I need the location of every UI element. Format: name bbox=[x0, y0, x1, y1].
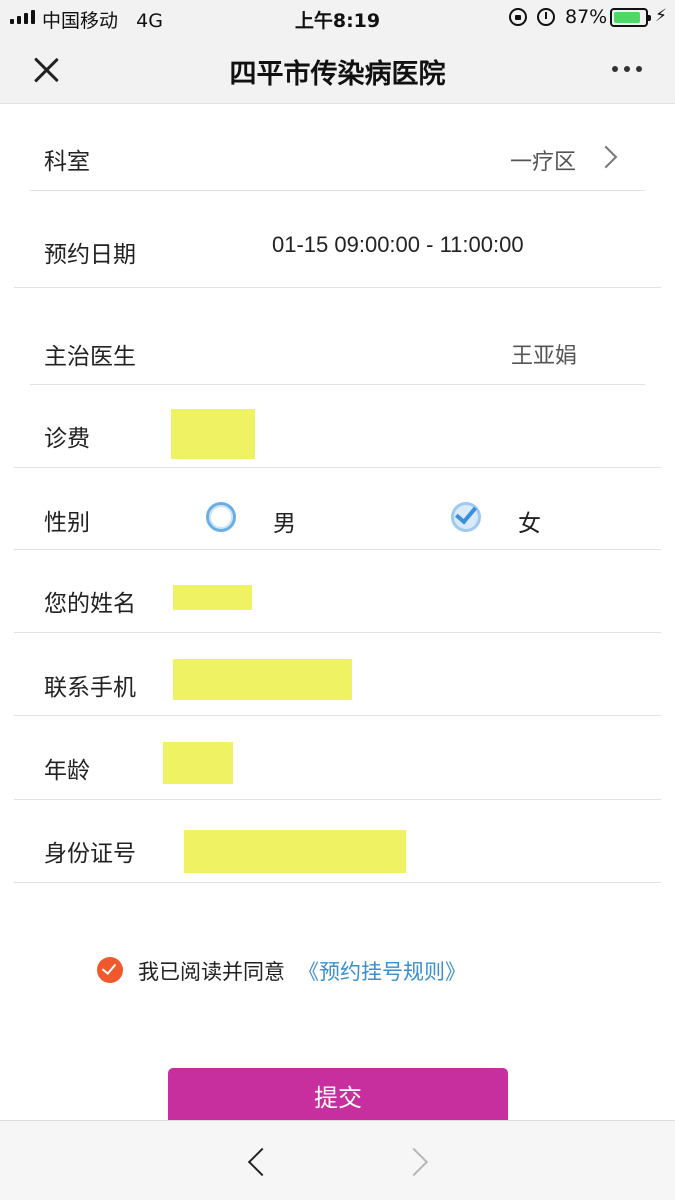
age-input-redacted[interactable] bbox=[163, 742, 233, 784]
lock-rotation-icon bbox=[509, 8, 527, 26]
more-icon[interactable] bbox=[612, 66, 642, 72]
agree-checkbox[interactable] bbox=[97, 957, 123, 983]
department-value: 一疗区 bbox=[510, 150, 577, 175]
alarm-icon bbox=[537, 8, 555, 26]
name-input-redacted[interactable] bbox=[173, 585, 252, 610]
gender-label: 性别 bbox=[44, 510, 90, 536]
age-label: 年龄 bbox=[44, 758, 90, 784]
agree-text: 我已阅读并同意 bbox=[138, 960, 285, 984]
phone-input-redacted[interactable] bbox=[173, 659, 352, 700]
status-bar: 中国移动 4G 上午8:19 87% ⚡ bbox=[0, 0, 675, 34]
phone-label: 联系手机 bbox=[44, 675, 136, 701]
id-number-label: 身份证号 bbox=[44, 841, 136, 867]
rules-link[interactable]: 《预约挂号规则》 bbox=[298, 956, 466, 986]
nav-bar: 四平市传染病医院 bbox=[0, 34, 675, 104]
name-label: 您的姓名 bbox=[44, 591, 136, 617]
divider bbox=[14, 882, 661, 883]
check-icon bbox=[454, 501, 478, 525]
id-number-input-redacted[interactable] bbox=[184, 830, 406, 873]
back-icon[interactable] bbox=[247, 1147, 277, 1177]
id-number-row[interactable]: 身份证号 bbox=[0, 800, 675, 882]
gender-female-label[interactable]: 女 bbox=[518, 504, 541, 538]
appointment-date-label: 预约日期 bbox=[44, 242, 136, 268]
chevron-right-icon bbox=[594, 145, 618, 169]
browser-toolbar bbox=[0, 1120, 675, 1200]
fee-value-redacted bbox=[171, 409, 255, 459]
department-label: 科室 bbox=[44, 149, 90, 175]
gender-row: 性别 男 女 bbox=[0, 468, 675, 550]
gender-female-radio[interactable] bbox=[451, 501, 481, 532]
fee-label: 诊费 bbox=[44, 426, 90, 452]
name-row[interactable]: 您的姓名 bbox=[0, 550, 675, 632]
charging-bolt-icon: ⚡ bbox=[655, 6, 667, 26]
age-row[interactable]: 年龄 bbox=[0, 716, 675, 799]
appointment-date-value: 01-15 09:00:00 - 11:00:00 bbox=[272, 232, 524, 257]
gender-male-label[interactable]: 男 bbox=[273, 504, 296, 538]
battery-percent: 87% bbox=[565, 6, 608, 28]
doctor-label: 主治医生 bbox=[44, 344, 136, 370]
fee-row: 诊费 bbox=[0, 385, 675, 467]
gender-male-radio[interactable] bbox=[206, 502, 236, 532]
phone-row[interactable]: 联系手机 bbox=[0, 633, 675, 715]
appointment-date-row[interactable]: 预约日期 01-15 09:00:00 - 11:00:00 bbox=[0, 191, 675, 287]
page-title: 四平市传染病医院 bbox=[229, 59, 446, 90]
forward-icon[interactable] bbox=[399, 1147, 429, 1177]
doctor-value: 王亚娟 bbox=[511, 344, 578, 369]
submit-button[interactable]: 提交 bbox=[168, 1068, 508, 1126]
battery-icon bbox=[610, 8, 651, 27]
department-row[interactable]: 科室 一疗区 bbox=[0, 104, 675, 192]
doctor-row: 主治医生 王亚娟 bbox=[0, 288, 675, 384]
